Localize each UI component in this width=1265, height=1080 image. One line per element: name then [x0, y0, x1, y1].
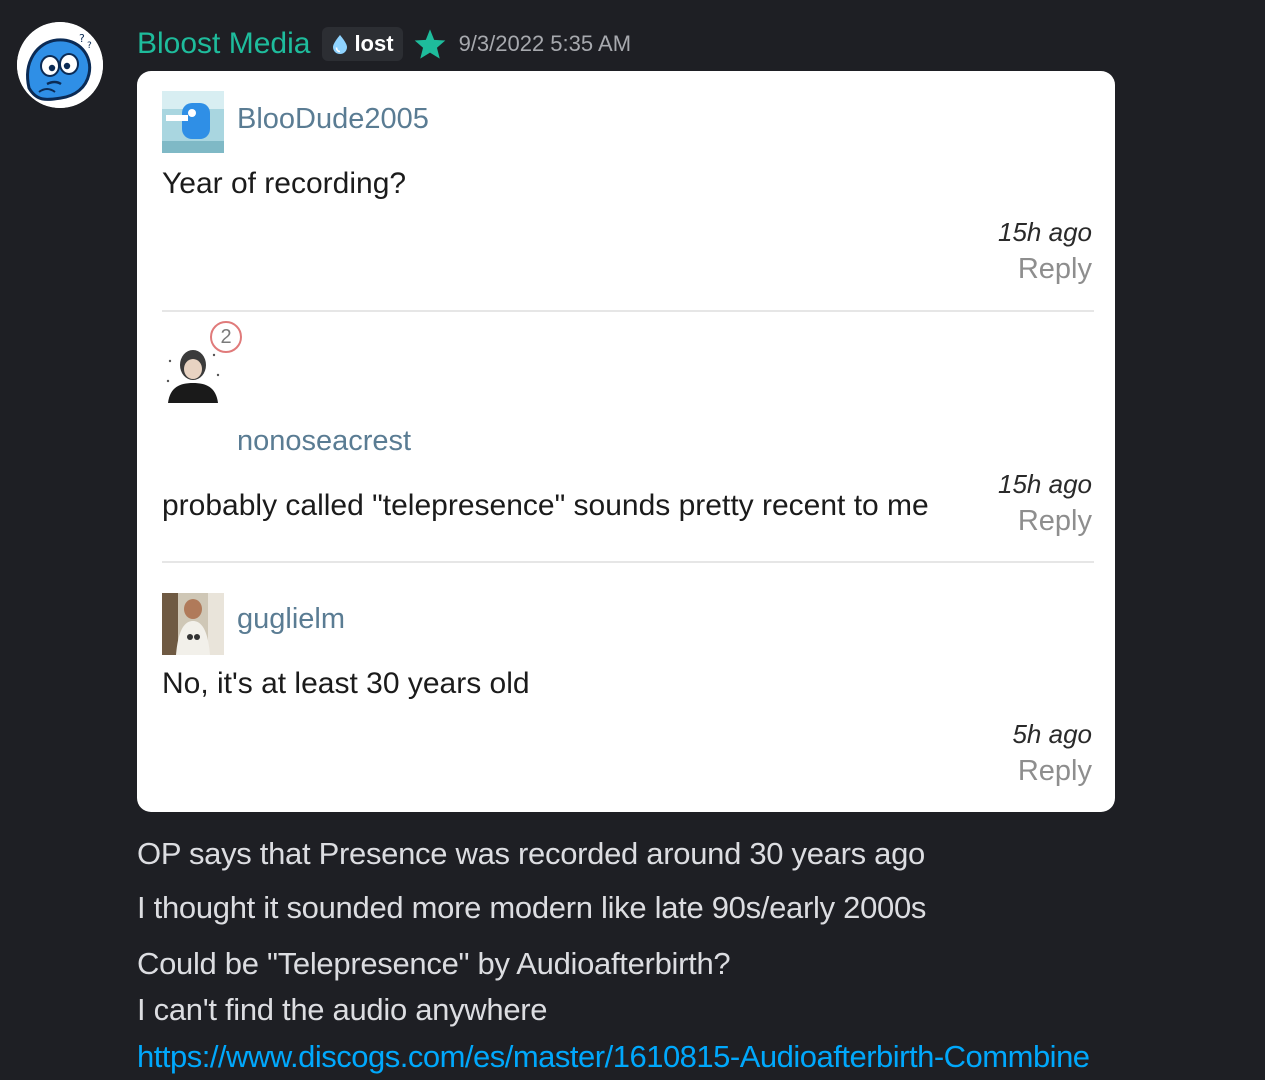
role-tag-label: lost — [354, 31, 394, 56]
comment-reply-link[interactable]: Reply — [1018, 505, 1092, 538]
svg-text:?: ? — [87, 41, 92, 51]
comment-meta: 15h ago Reply — [162, 469, 1094, 559]
comment-item: guglielm No, it's at least 30 years old … — [162, 591, 1094, 801]
comment-divider — [162, 561, 1094, 563]
role-tag[interactable]: lost — [322, 27, 403, 61]
blue-blob-avatar-icon: ? ? — [17, 22, 103, 108]
svg-text:?: ? — [79, 32, 85, 45]
message-line: OP says that Presence was recorded aroun… — [137, 836, 925, 871]
chat-message: ? ? Bloost Media lost 9/3/2022 5:35 AM B… — [0, 0, 1265, 1080]
author-avatar[interactable]: ? ? — [17, 22, 103, 108]
message-line: I thought it sounded more modern like la… — [137, 890, 927, 925]
star-icon — [414, 29, 445, 59]
comment-reply-link[interactable]: Reply — [1018, 253, 1092, 286]
comment-time: 15h ago — [998, 217, 1092, 247]
comment-text: Year of recording? — [162, 167, 407, 200]
message-header: Bloost Media lost 9/3/2022 5:35 AM — [137, 22, 631, 66]
comment-time: 5h ago — [1012, 719, 1092, 749]
comment-reply-link[interactable]: Reply — [1018, 755, 1092, 788]
comment-text: No, it's at least 30 years old — [162, 667, 530, 700]
author-name[interactable]: Bloost Media — [137, 24, 310, 64]
embedded-comments-image[interactable]: BlooDude2005 Year of recording? 15h ago … — [137, 71, 1115, 812]
star-badge[interactable] — [413, 28, 447, 60]
comment-avatar-icon — [162, 91, 224, 153]
comment-time: 15h ago — [998, 469, 1092, 499]
notification-badge-count: 2 — [220, 326, 232, 348]
discogs-link[interactable]: https://www.discogs.com/es/master/161081… — [137, 1037, 1090, 1077]
message-timestamp: 9/3/2022 5:35 AM — [458, 31, 632, 56]
comment-author[interactable]: BlooDude2005 — [237, 103, 429, 136]
comment-avatar-icon — [162, 593, 224, 655]
comment-item: BlooDude2005 Year of recording? 15h ago … — [162, 91, 1094, 311]
comment-author[interactable]: nonoseacrest — [237, 425, 411, 458]
message-line: Could be "Telepresence" by Audioafterbir… — [137, 946, 731, 981]
comment-author[interactable]: guglielm — [237, 603, 345, 636]
message-line: I can't find the audio anywhere — [137, 992, 548, 1027]
water-drop-icon — [333, 35, 348, 54]
comment-divider — [162, 310, 1094, 312]
